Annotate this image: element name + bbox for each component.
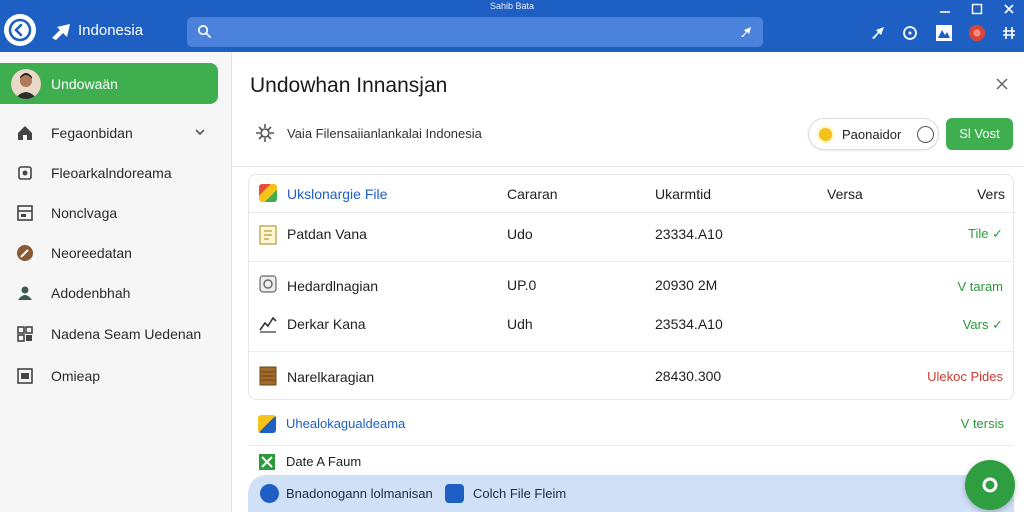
image-icon[interactable] bbox=[935, 24, 953, 42]
sidebar-item-home[interactable]: Fegaonbidan bbox=[0, 117, 220, 149]
grid-icon bbox=[17, 205, 33, 221]
avatar bbox=[11, 69, 41, 99]
folder-icon bbox=[258, 415, 276, 433]
puzzle-icon bbox=[256, 124, 274, 142]
window-title: Sahib Bata bbox=[489, 1, 535, 11]
points-button-label: Paonaidor bbox=[842, 127, 902, 142]
spreadsheet-icon bbox=[259, 454, 275, 470]
column-header[interactable]: Versa bbox=[827, 186, 863, 202]
file-size: 23534.A10 bbox=[655, 316, 723, 332]
back-arrow-icon bbox=[8, 18, 32, 42]
column-header[interactable]: Ukslonargie File bbox=[287, 186, 387, 202]
refresh-icon bbox=[982, 477, 998, 493]
file-type: Udo bbox=[507, 226, 533, 242]
window-icon bbox=[17, 368, 33, 384]
wrench-icon bbox=[17, 245, 33, 261]
sidebar-item-users[interactable]: Adodenbhah bbox=[0, 277, 220, 309]
search-bar[interactable] bbox=[187, 17, 763, 47]
search-submit-icon[interactable] bbox=[739, 25, 753, 39]
status-badge: V taram bbox=[957, 279, 1003, 294]
main-panel: Undowhan Innansjan Vaia Filensaiianlanka… bbox=[232, 52, 1024, 512]
floating-action-button[interactable] bbox=[965, 460, 1015, 510]
file-icon bbox=[445, 484, 464, 503]
column-header[interactable]: Vers bbox=[977, 186, 1005, 202]
column-header[interactable]: Cararan bbox=[507, 186, 558, 202]
maximize-icon[interactable] bbox=[970, 2, 984, 16]
group-row[interactable]: Date A Faum bbox=[248, 448, 1014, 478]
sidebar-item-settings[interactable]: Fleoarkalndoreama bbox=[0, 157, 220, 189]
group-label: Uhealokagualdeama bbox=[286, 416, 406, 431]
users-icon bbox=[18, 286, 32, 300]
subheading: Vaia Filensaiianlankalai Indonesia bbox=[287, 126, 482, 141]
group-label: Date A Faum bbox=[286, 454, 362, 469]
group-status: V tersis bbox=[960, 416, 1004, 431]
primary-action-button[interactable]: Sl Vost bbox=[946, 118, 1013, 150]
column-header[interactable]: Ukarmtid bbox=[655, 186, 711, 202]
file-name: Narelkaragian bbox=[287, 369, 375, 385]
sidebar-item-tools[interactable]: Neoreedatan bbox=[0, 237, 220, 269]
chevron-down-icon[interactable] bbox=[193, 125, 207, 139]
files-table: Ukslonargie File Cararan Ukarmtid Versa … bbox=[248, 174, 1015, 400]
bottom-action-left[interactable]: Bnadonogann lolmanisan bbox=[286, 486, 433, 501]
file-size: 20930 2M bbox=[655, 277, 718, 293]
send-icon[interactable] bbox=[869, 24, 887, 42]
record-icon[interactable] bbox=[968, 24, 986, 42]
sidebar-item-active[interactable]: Undowaän bbox=[0, 63, 218, 104]
file-size: 23334.A10 bbox=[655, 226, 723, 242]
bottom-action-bar: Bnadonogann lolmanisan Colch File Fleim bbox=[248, 475, 1014, 512]
status-badge: Tile ✓ bbox=[968, 226, 1003, 241]
row-divider bbox=[248, 445, 1014, 446]
sidebar-item-grid[interactable]: Nonclvaga bbox=[0, 197, 220, 229]
document-icon bbox=[259, 225, 277, 245]
sidebar: Undowaän Fegaonbidan Fleoarkalndoreama N… bbox=[0, 52, 232, 512]
sidebar-active-label: Undowaän bbox=[51, 76, 118, 92]
sidebar-item-label: Nonclvaga bbox=[51, 205, 118, 221]
file-name: Hedardlnagian bbox=[287, 278, 379, 294]
settings-icon bbox=[18, 166, 32, 180]
minimize-icon[interactable] bbox=[938, 2, 952, 16]
grid-menu-icon[interactable] bbox=[1000, 24, 1018, 42]
file-name: Patdan Vana bbox=[287, 226, 367, 242]
sidebar-item-label: Adodenbhah bbox=[51, 285, 131, 301]
upload-icon bbox=[260, 484, 279, 503]
chart-icon bbox=[259, 316, 277, 333]
info-icon bbox=[917, 126, 934, 143]
sidebar-item-window[interactable]: Omieap bbox=[0, 360, 220, 392]
folder-icon bbox=[259, 184, 277, 202]
app-logo-icon bbox=[52, 24, 70, 40]
sidebar-item-label: Omieap bbox=[51, 368, 101, 384]
search-icon bbox=[198, 25, 211, 38]
disc-icon bbox=[259, 275, 277, 293]
row-divider bbox=[249, 261, 1013, 262]
file-size: 28430.300 bbox=[655, 368, 722, 384]
sidebar-item-label: Nadena Seam Uedenan bbox=[51, 326, 202, 342]
file-type: UP.0 bbox=[507, 277, 537, 293]
archive-icon bbox=[259, 366, 277, 386]
file-name: Derkar Kana bbox=[287, 316, 366, 332]
table-header: Ukslonargie File Cararan Ukarmtid Versa … bbox=[249, 175, 1015, 213]
row-divider bbox=[249, 351, 1013, 352]
points-button[interactable]: Paonaidor bbox=[808, 118, 939, 150]
title-bar: Sahib Bata Indonesia bbox=[0, 0, 1024, 52]
close-icon[interactable] bbox=[994, 76, 1010, 92]
status-badge: Vars ✓ bbox=[962, 317, 1003, 332]
clock-icon[interactable] bbox=[901, 24, 919, 42]
bottom-action-right[interactable]: Colch File Fleim bbox=[473, 486, 566, 501]
file-type: Udh bbox=[507, 316, 533, 332]
sidebar-item-label: Neoreedatan bbox=[51, 245, 132, 261]
home-icon bbox=[18, 126, 32, 140]
group-row[interactable]: Uhealokagualdeama V tersis bbox=[248, 410, 1014, 440]
divider bbox=[232, 166, 1024, 167]
back-button[interactable] bbox=[4, 14, 36, 46]
apps-icon bbox=[17, 326, 33, 342]
app-name: Indonesia bbox=[78, 22, 144, 39]
sidebar-item-label: Fegaonbidan bbox=[51, 125, 133, 141]
page-title: Undowhan Innansjan bbox=[250, 74, 448, 97]
coin-icon bbox=[817, 126, 834, 143]
sidebar-item-label: Fleoarkalndoreama bbox=[51, 165, 172, 181]
close-window-icon[interactable] bbox=[1002, 2, 1016, 16]
sidebar-item-apps[interactable]: Nadena Seam Uedenan bbox=[0, 318, 220, 350]
status-badge: Ulekoc Pides bbox=[927, 369, 1003, 384]
